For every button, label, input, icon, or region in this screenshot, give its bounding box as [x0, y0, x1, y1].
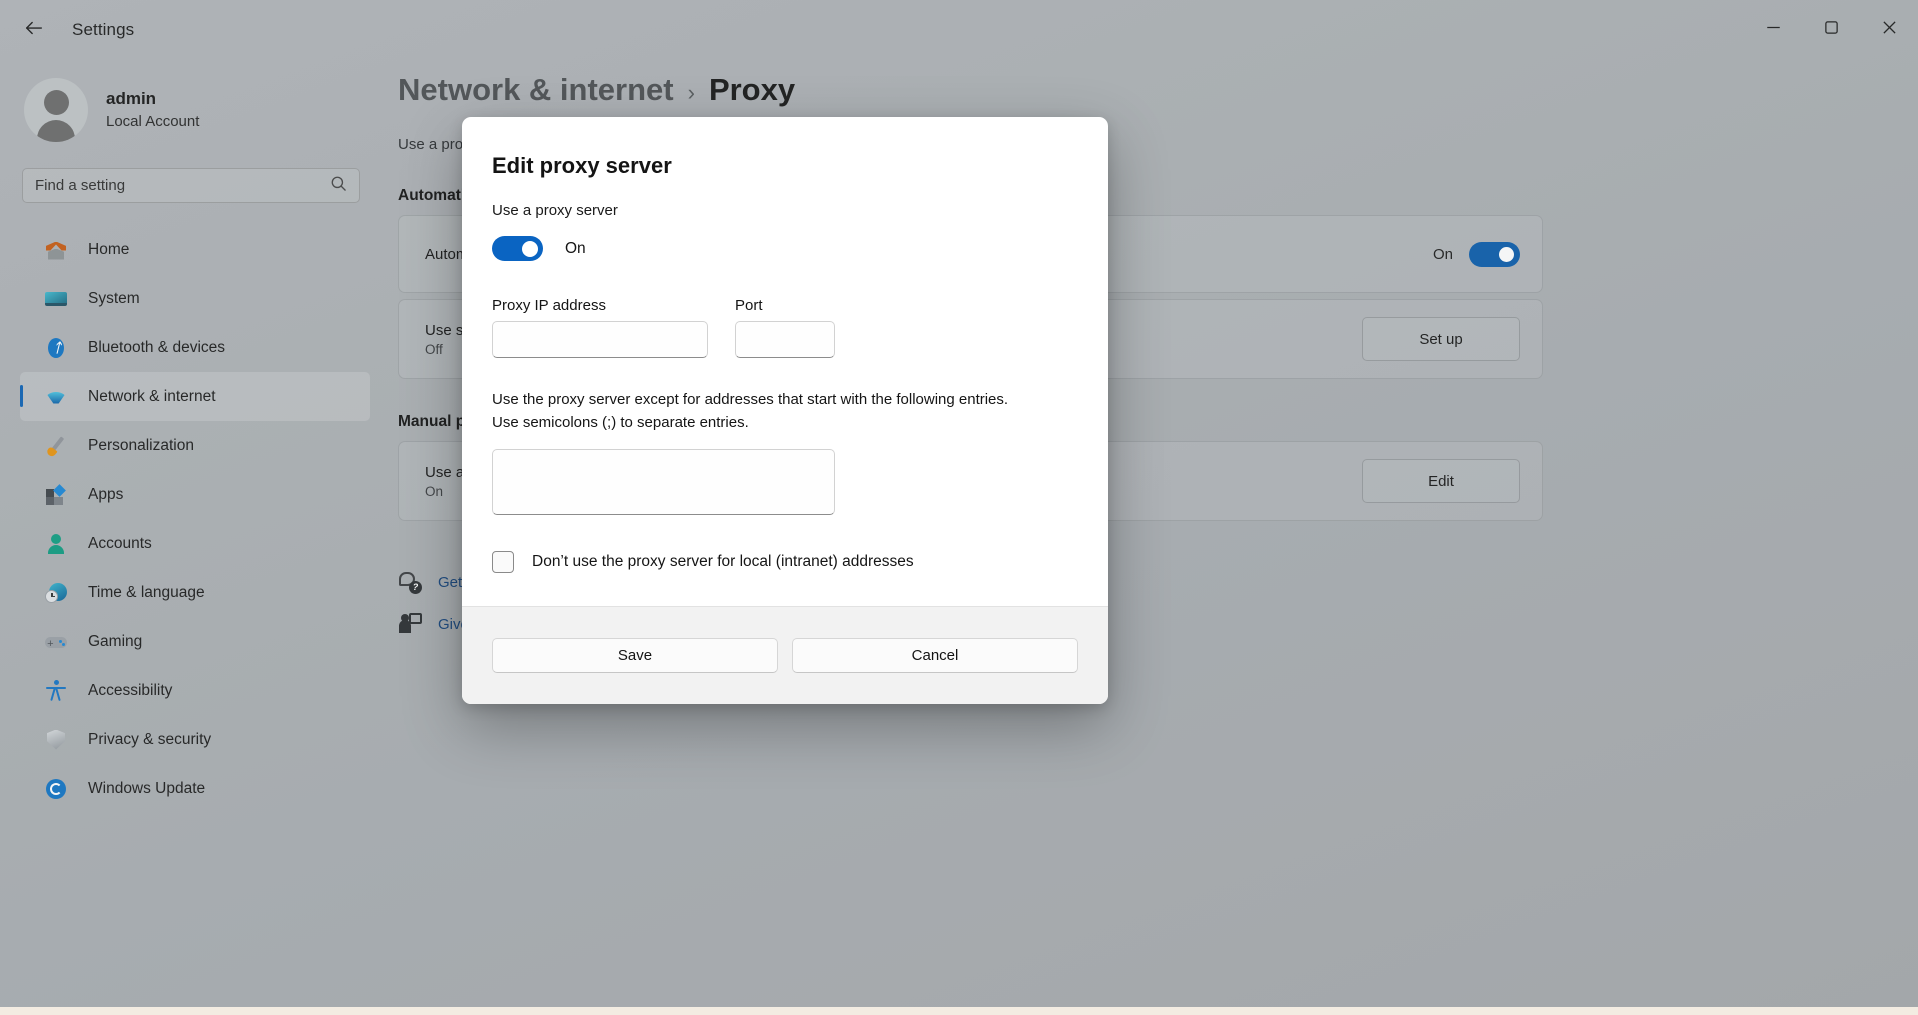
edit-proxy-server-dialog: Edit proxy server Use a proxy server On …: [462, 117, 1108, 704]
exceptions-helper-line1: Use the proxy server except for addresse…: [492, 391, 1009, 408]
proxy-address-fields: Proxy IP address Port: [492, 297, 1078, 358]
bypass-local-checkbox[interactable]: [492, 550, 514, 573]
proxy-ip-label: Proxy IP address: [492, 297, 606, 314]
use-proxy-toggle[interactable]: [492, 236, 543, 261]
use-proxy-toggle-state: On: [565, 239, 586, 257]
cancel-button[interactable]: Cancel: [792, 638, 1078, 673]
dialog-title: Edit proxy server: [492, 153, 672, 178]
bypass-local-label: Don’t use the proxy server for local (in…: [532, 552, 914, 570]
bypass-local-row[interactable]: Don’t use the proxy server for local (in…: [492, 550, 1078, 573]
use-proxy-toggle-row: On: [492, 236, 1078, 261]
use-proxy-server-label: Use a proxy server: [492, 202, 618, 219]
settings-window: Settings admin Local Account Find a sett…: [0, 0, 1918, 1015]
port-field-group: Port: [735, 297, 835, 358]
exceptions-helper-line2: Use semicolons (;) to separate entries.: [492, 413, 749, 431]
proxy-ip-input[interactable]: [492, 321, 708, 358]
proxy-ip-field-group: Proxy IP address: [492, 297, 708, 358]
save-button[interactable]: Save: [492, 638, 778, 673]
exceptions-helper-text: Use the proxy server except for addresse…: [492, 389, 1078, 435]
exceptions-textarea[interactable]: [492, 448, 835, 515]
port-label: Port: [735, 297, 763, 314]
taskbar-strip: [0, 1007, 1918, 1015]
dialog-footer: Save Cancel: [462, 606, 1108, 704]
port-input[interactable]: [735, 321, 835, 358]
